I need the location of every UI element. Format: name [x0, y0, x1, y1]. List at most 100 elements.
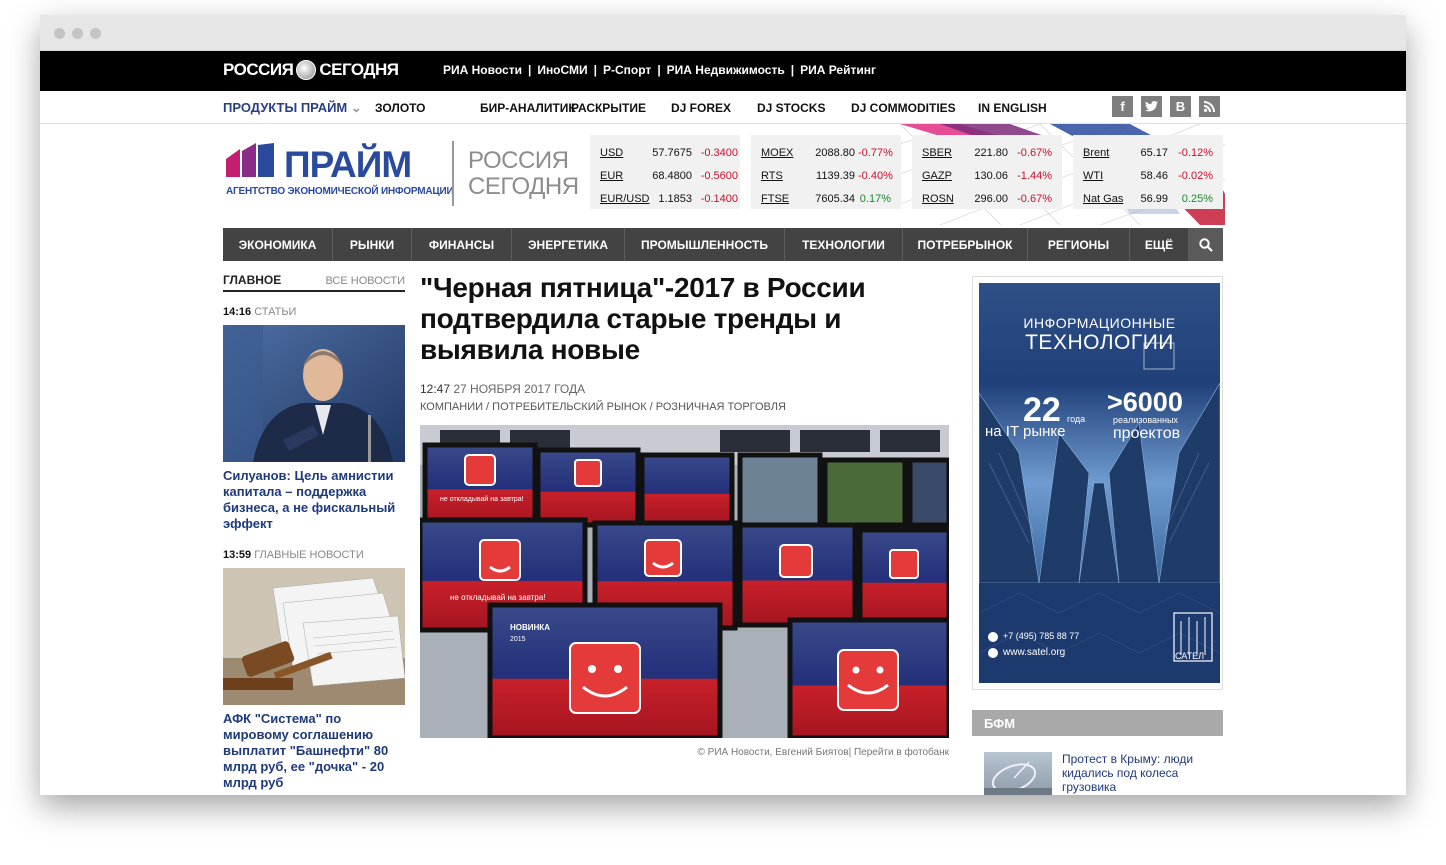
browser-window: РОССИЯ СЕГОДНЯ РИА Новости | ИноСМИ | Р-Сп… — [40, 15, 1406, 795]
news-image-siluanov[interactable] — [223, 325, 405, 462]
nav-consumer-market[interactable]: ПОТРЕБРЫНОК — [903, 228, 1028, 261]
agency-tagline: АГЕНТСТВО ЭКОНОМИЧЕСКОЙ ИНФОРМАЦИИ — [226, 186, 454, 197]
ad-projects-word: проектов — [1113, 425, 1181, 442]
nav-industry[interactable]: ПРОМЫШЛЕННОСТЬ — [625, 228, 785, 261]
article-photo-tv-screens[interactable]: не откладывай на завтра! не откладывай н… — [420, 425, 949, 738]
logo-right-text: СЕГОДНЯ — [319, 60, 399, 79]
secondary-nav: ПРОДУКТЫ ПРАЙМ ⌄ ЗОЛОТО БИР-АНАЛИТИК РАС… — [40, 91, 1406, 124]
ad-projects-sub: реализованных — [1113, 415, 1178, 425]
twitter-icon[interactable] — [1141, 96, 1162, 117]
globe-icon — [296, 60, 317, 80]
ad-headline-2: ТЕХНОЛОГИИ — [1025, 331, 1174, 354]
prime-logo-mark — [226, 143, 274, 177]
nav-dj-forex[interactable]: DJ FOREX — [671, 101, 731, 115]
bfm-news-headline[interactable]: Протест в Крыму: люди кидались под колес… — [1062, 752, 1222, 794]
window-close-dot[interactable] — [54, 28, 65, 39]
bfm-news-image[interactable] — [984, 752, 1052, 795]
link-ria-rating[interactable]: РИА Рейтинг — [800, 63, 876, 77]
advertisement-box: ИНФОРМАЦИОННЫЕ ТЕХНОЛОГИИ 22 года на IT … — [972, 276, 1223, 690]
quotes-indices: MOEX 2088.80 -0.77% RTS 1139.39 -0.40% FTSE 7… — [751, 135, 901, 209]
screen-novinka: НОВИНКА — [510, 623, 550, 632]
brand-line-2: СЕГОДНЯ — [468, 173, 579, 200]
tab-main[interactable]: ГЛАВНОЕ — [223, 273, 281, 287]
browser-chrome — [40, 15, 1406, 51]
facebook-icon[interactable]: f — [1112, 96, 1133, 117]
nav-economy[interactable]: ЭКОНОМИКА — [223, 228, 333, 261]
quote-row[interactable]: Nat Gas 56.99 0.25% — [1083, 187, 1223, 210]
nav-dj-stocks[interactable]: DJ STOCKS — [757, 101, 825, 115]
logo-divider — [452, 141, 454, 206]
brand-line-1: РОССИЯ — [468, 147, 569, 174]
quote-row[interactable]: FTSE 7605.34 0.17% — [761, 187, 901, 210]
products-label: ПРОДУКТЫ ПРАЙМ — [223, 100, 348, 115]
article-tags[interactable]: КОМПАНИИ / ПОТРЕБИТЕЛЬСКИЙ РЫНОК / РОЗНИ… — [420, 401, 950, 413]
nav-bir-analyst[interactable]: БИР-АНАЛИТИК — [480, 101, 576, 115]
nav-more[interactable]: ЕЩЁ — [1130, 228, 1189, 261]
feed-tabs: ГЛАВНОЕ ВСЕ НОВОСТИ — [223, 272, 405, 292]
logo-left-text: РОССИЯ — [223, 60, 294, 79]
ad-site: www.satel.org — [1003, 647, 1066, 658]
network-links: РИА Новости | ИноСМИ | Р-Спорт | РИА Недвиж… — [443, 63, 876, 77]
ad-projects-number: >6000 — [1107, 387, 1183, 417]
quotes-stocks: SBER 221.80 -0.67% GAZP 130.06 -1.44% ROSN 29… — [912, 135, 1062, 209]
nav-in-english[interactable]: IN ENGLISH — [978, 101, 1047, 115]
vkontakte-icon[interactable]: B — [1170, 96, 1191, 117]
window-minimize-dot[interactable] — [72, 28, 83, 39]
news-timestamp: 14:16 СТАТЬИ — [223, 306, 297, 318]
main-navigation: ЭКОНОМИКА РЫНКИ ФИНАНСЫ ЭНЕРГЕТИКА ПРОМЫ… — [223, 228, 1223, 261]
ad-brand: САТЕЛ — [1175, 651, 1205, 661]
quote-row[interactable]: GAZP 130.06 -1.44% — [922, 164, 1062, 187]
quote-row[interactable]: SBER 221.80 -0.67% — [922, 141, 1062, 164]
nav-regions[interactable]: РЕГИОНЫ — [1028, 228, 1130, 261]
article-title[interactable]: "Черная пятница"-2017 в России подтверди… — [420, 272, 950, 365]
prime-logo-text[interactable]: ПРАЙМ — [284, 144, 412, 186]
rossiya-segodnya-logo[interactable]: РОССИЯ СЕГОДНЯ — [223, 60, 399, 80]
quotes-currencies: USD 57.7675 -0.3400 EUR 68.4800 -0.5600 EUR/… — [590, 135, 740, 209]
rossiya-segodnya-brand: РОССИЯ СЕГОДНЯ — [468, 148, 579, 200]
link-ria-novosti[interactable]: РИА Новости — [443, 63, 522, 77]
nav-gold[interactable]: ЗОЛОТО — [375, 101, 426, 115]
article-datetime: 12:47 27 НОЯБРЯ 2017 ГОДА — [420, 382, 950, 396]
window-zoom-dot[interactable] — [90, 28, 101, 39]
quote-row[interactable]: EUR/USD 1.1853 -0.1400 — [600, 187, 740, 210]
quote-row[interactable]: MOEX 2088.80 -0.77% — [761, 141, 901, 164]
screen-slogan: не откладывай на завтра! — [440, 495, 524, 503]
news-headline[interactable]: Силуанов: Цель амнистии капитала – подде… — [223, 468, 405, 532]
bfm-section-header[interactable]: БФМ — [972, 710, 1223, 736]
main-article: "Черная пятница"-2017 в России подтверди… — [420, 272, 950, 758]
photo-credit[interactable]: © РИА Новости, Евгений Биятов| Перейти в… — [420, 747, 950, 758]
nav-finance[interactable]: ФИНАНСЫ — [412, 228, 512, 261]
news-category[interactable]: СТАТЬИ — [254, 306, 296, 318]
tab-all-news[interactable]: ВСЕ НОВОСТИ — [325, 275, 405, 287]
news-category[interactable]: ГЛАВНЫЕ НОВОСТИ — [254, 549, 364, 561]
screen-novinka-year: 2015 — [510, 636, 526, 643]
link-inosmi[interactable]: ИноСМИ — [537, 63, 587, 77]
nav-energy[interactable]: ЭНЕРГЕТИКА — [512, 228, 625, 261]
nav-disclosure[interactable]: РАСКРЫТИЕ — [571, 101, 646, 115]
news-timestamp: 13:59 ГЛАВНЫЕ НОВОСТИ — [223, 549, 364, 561]
article-time: 12:47 — [420, 382, 451, 396]
link-ria-realty[interactable]: РИА Недвижимость — [667, 63, 785, 77]
nav-dj-commodities[interactable]: DJ COMMODITIES — [851, 101, 956, 115]
products-menu[interactable]: ПРОДУКТЫ ПРАЙМ ⌄ — [223, 100, 362, 116]
quote-row[interactable]: WTI 58.46 -0.02% — [1083, 164, 1223, 187]
link-r-sport[interactable]: Р-Спорт — [603, 63, 651, 77]
rss-icon[interactable] — [1199, 96, 1220, 117]
ad-headline-1: ИНФОРМАЦИОННЫЕ — [1023, 315, 1176, 331]
news-headline[interactable]: АФК "Система" по мировому соглашению вып… — [223, 711, 405, 791]
nav-technology[interactable]: ТЕХНОЛОГИИ — [785, 228, 903, 261]
ad-years-unit: года — [1067, 414, 1086, 424]
quote-row[interactable]: ROSN 296.00 -0.67% — [922, 187, 1062, 210]
quote-row[interactable]: Brent 65.17 -0.12% — [1083, 141, 1223, 164]
quote-row[interactable]: RTS 1139.39 -0.40% — [761, 164, 901, 187]
social-links: f B — [1112, 96, 1220, 117]
nav-markets[interactable]: РЫНКИ — [333, 228, 412, 261]
article-date: 27 НОЯБРЯ 2017 ГОДА — [453, 382, 586, 396]
search-icon[interactable] — [1189, 228, 1223, 261]
quote-row[interactable]: USD 57.7675 -0.3400 — [600, 141, 740, 164]
news-image-gavel[interactable] — [223, 568, 405, 705]
quotes-commodities: Brent 65.17 -0.12% WTI 58.46 -0.02% Nat Gas 5… — [1073, 135, 1223, 209]
quote-row[interactable]: EUR 68.4800 -0.5600 — [600, 164, 740, 187]
ad-phone: +7 (495) 785 88 77 — [1003, 631, 1080, 641]
satel-advertisement[interactable]: ИНФОРМАЦИОННЫЕ ТЕХНОЛОГИИ 22 года на IT … — [979, 283, 1220, 683]
